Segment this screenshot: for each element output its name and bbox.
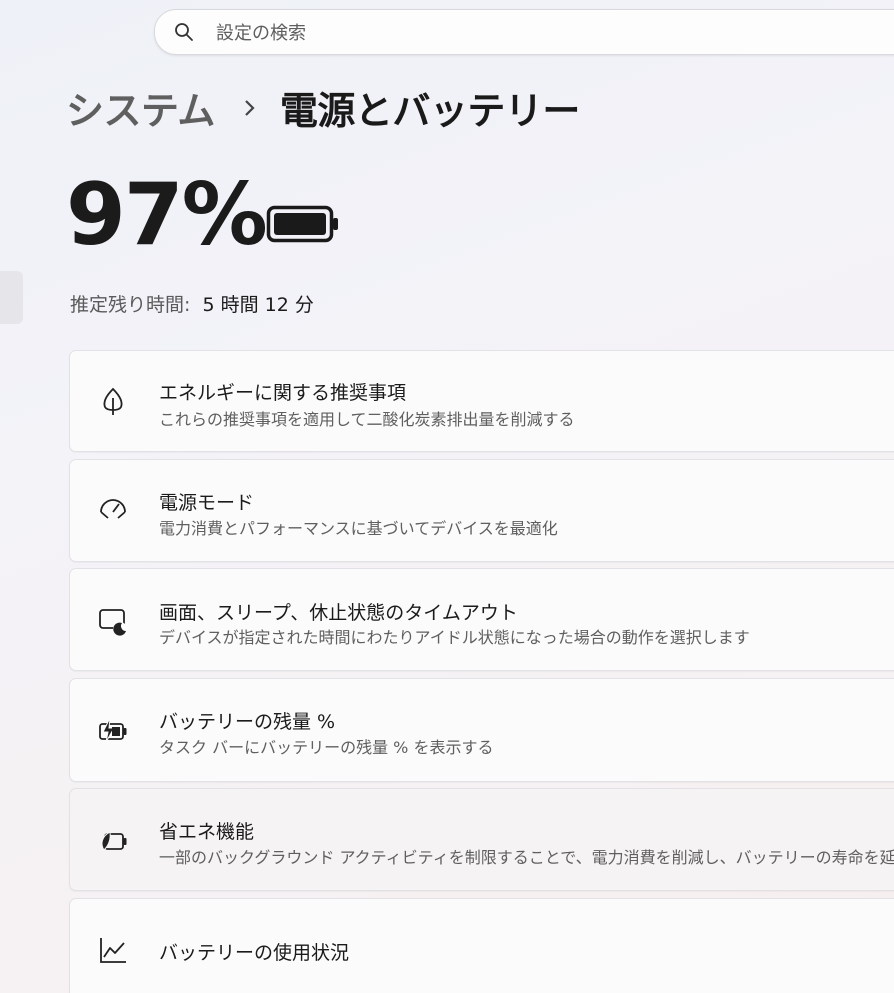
battery-charging-icon: [99, 717, 127, 743]
power-mode-card[interactable]: 電源モード 電力消費とパフォーマンスに基づいてデバイスを最適化: [69, 459, 894, 562]
energy-recommendations-card[interactable]: エネルギーに関する推奨事項 これらの推奨事項を適用して二酸化炭素排出量を削減する: [69, 350, 894, 452]
screen-sleep-timeout-card[interactable]: 画面、スリープ、休止状態のタイムアウト デバイスが指定された時間にわたりアイドル…: [69, 568, 894, 671]
search-placeholder[interactable]: 設定の検索: [216, 19, 306, 45]
page-title: 電源とバッテリー: [279, 89, 581, 133]
search-box[interactable]: 設定の検索: [154, 9, 894, 55]
chart-icon: [100, 938, 126, 963]
battery-percentage: 97%: [66, 165, 268, 265]
battery-percentage-card[interactable]: バッテリーの残量 % タスク バーにバッテリーの残量 % を表示する: [69, 678, 894, 782]
card-title: 省エネ機能: [159, 821, 255, 843]
estimated-time-label: 推定残り時間:: [70, 294, 191, 316]
estimated-time: 推定残り時間: 5 時間 12 分: [70, 290, 314, 317]
card-description: 電力消費とパフォーマンスに基づいてデバイスを最適化: [159, 519, 558, 538]
card-description: これらの推奨事項を適用して二酸化炭素排出量を削減する: [159, 410, 575, 429]
breadcrumb: システム 電源とバッテリー: [66, 80, 580, 135]
battery-saver-card[interactable]: 省エネ機能 一部のバックグラウンド アクティビティを制限することで、電力消費を削…: [69, 788, 894, 891]
battery-saver-icon: [101, 831, 127, 851]
nav-selection-indicator: [0, 271, 23, 324]
card-title: バッテリーの使用状況: [159, 942, 350, 964]
card-title: バッテリーの残量 %: [159, 711, 336, 733]
leaf-icon: [103, 387, 123, 415]
card-title: 電源モード: [159, 492, 255, 514]
card-title: エネルギーに関する推奨事項: [159, 382, 407, 404]
breadcrumb-parent[interactable]: システム: [66, 80, 215, 135]
search-icon: [175, 23, 193, 41]
chevron-right-icon: [245, 99, 255, 116]
card-description: 一部のバックグラウンド アクティビティを制限することで、電力消費を削減し、バッテ…: [159, 848, 894, 867]
card-description: タスク バーにバッテリーの残量 % を表示する: [159, 738, 494, 757]
estimated-time-value: 5 時間 12 分: [202, 294, 314, 316]
battery-full-icon: [266, 205, 338, 243]
screen-sleep-icon: [99, 609, 127, 636]
gauge-icon: [100, 499, 126, 519]
card-description: デバイスが指定された時間にわたりアイドル状態になった場合の動作を選択します: [159, 628, 750, 647]
card-title: 画面、スリープ、休止状態のタイムアウト: [159, 602, 518, 624]
battery-usage-card[interactable]: バッテリーの使用状況: [69, 898, 894, 993]
